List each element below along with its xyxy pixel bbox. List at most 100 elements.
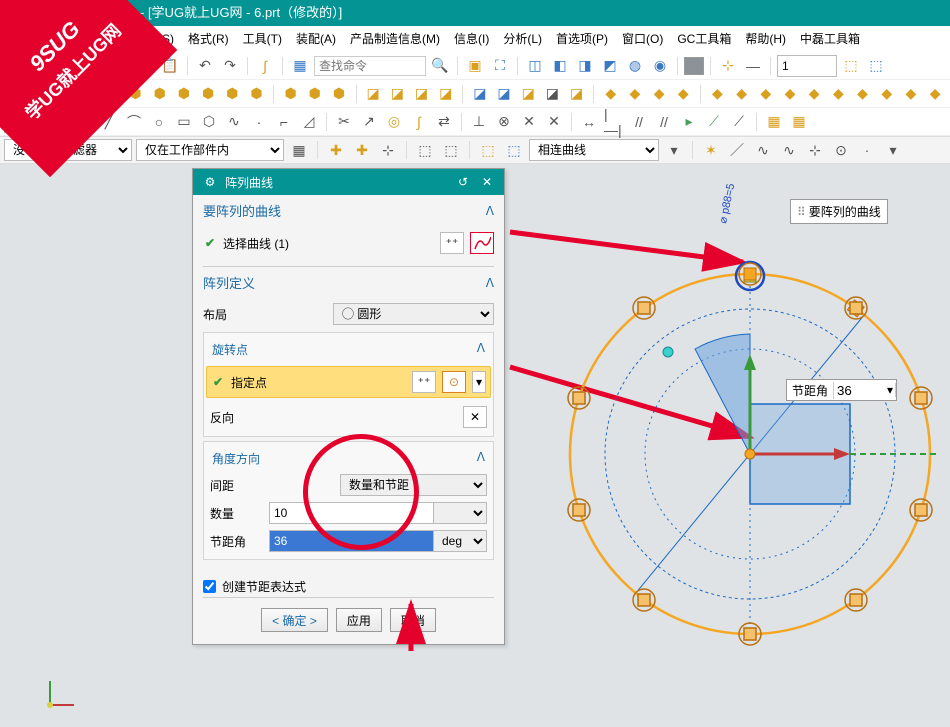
op3-icon[interactable]: ◆ xyxy=(649,83,670,105)
reset-icon[interactable]: ↺ xyxy=(454,175,472,189)
ft9-icon[interactable]: ⬢ xyxy=(198,83,219,105)
fb5-icon[interactable]: ⬚ xyxy=(414,139,436,161)
menu-assembly[interactable]: 装配(A) xyxy=(290,26,342,51)
menu-gctoolbox[interactable]: GC工具箱 xyxy=(671,26,737,51)
snap4-icon[interactable]: ∿ xyxy=(778,139,800,161)
color-swatch[interactable] xyxy=(684,57,704,75)
wcs-icon[interactable]: ⊹ xyxy=(717,55,739,77)
section-curves-header[interactable]: 要阵列的曲线 ᐱ xyxy=(193,195,504,224)
snap3-icon[interactable]: ∿ xyxy=(752,139,774,161)
sk-m2-icon[interactable]: ▦ xyxy=(788,111,810,133)
reverse-direction-icon[interactable]: ✕ xyxy=(463,406,487,428)
sk-dim2-icon[interactable]: |—| xyxy=(603,111,625,133)
sk-pat-icon[interactable]: ∫ xyxy=(408,111,430,133)
op12-icon[interactable]: ◆ xyxy=(876,83,897,105)
ok-button[interactable]: < 确定 > xyxy=(261,608,328,632)
close-icon[interactable]: ✕ xyxy=(478,175,496,189)
point-menu-icon[interactable]: ▾ xyxy=(472,371,486,393)
search-icon[interactable]: 🔍 xyxy=(429,55,451,77)
sf9-icon[interactable]: ◪ xyxy=(566,83,587,105)
scope-filter-dropdown[interactable]: 仅在工作部件内 xyxy=(136,139,284,161)
sf1-icon[interactable]: ◪ xyxy=(363,83,384,105)
sk-proj-icon[interactable]: ⊥ xyxy=(468,111,490,133)
apply-button[interactable]: 应用 xyxy=(336,608,382,632)
op13-icon[interactable]: ◆ xyxy=(900,83,921,105)
sk-int-icon[interactable]: ⊗ xyxy=(493,111,515,133)
cube1-icon[interactable]: ◧ xyxy=(549,55,571,77)
ft14-icon[interactable]: ⬢ xyxy=(328,83,349,105)
count-unit-dropdown[interactable] xyxy=(433,502,487,524)
viewport-pitch-popup[interactable]: 节距角 ▾ xyxy=(786,379,897,401)
menu-format[interactable]: 格式(R) xyxy=(182,26,235,51)
snap2-icon[interactable]: ／ xyxy=(726,139,748,161)
misc2-icon[interactable]: ⬚ xyxy=(865,55,887,77)
op10-icon[interactable]: ◆ xyxy=(828,83,849,105)
sk-rect-icon[interactable]: ▭ xyxy=(173,111,195,133)
create-expression-checkbox[interactable] xyxy=(203,580,216,593)
sk-con3-icon[interactable]: ▸ xyxy=(678,111,700,133)
ft13-icon[interactable]: ⬢ xyxy=(304,83,325,105)
menu-zltoolbox[interactable]: 中磊工具箱 xyxy=(794,26,866,51)
op1-icon[interactable]: ◆ xyxy=(600,83,621,105)
ft7-icon[interactable]: ⬢ xyxy=(149,83,170,105)
line-style-icon[interactable]: — xyxy=(742,55,764,77)
op5-icon[interactable]: ◆ xyxy=(707,83,728,105)
cancel-button[interactable]: 取消 xyxy=(390,608,436,632)
layer-icon[interactable]: ▣ xyxy=(464,55,486,77)
sf3-icon[interactable]: ◪ xyxy=(411,83,432,105)
count-input[interactable] xyxy=(269,502,434,524)
menu-tools[interactable]: 工具(T) xyxy=(237,26,288,51)
op6-icon[interactable]: ◆ xyxy=(731,83,752,105)
angle-dir-header[interactable]: 角度方向 ᐱ xyxy=(210,446,487,471)
menu-preferences[interactable]: 首选项(P) xyxy=(550,26,614,51)
sk-mir-icon[interactable]: ⇄ xyxy=(433,111,455,133)
point-selector-icon[interactable]: ⁺⁺ xyxy=(412,371,436,393)
section-def-header[interactable]: 阵列定义 ᐱ xyxy=(193,267,504,296)
snap8-icon[interactable]: ▾ xyxy=(882,139,904,161)
curve-rule-dropdown[interactable]: 相连曲线 xyxy=(529,139,659,161)
menu-info[interactable]: 信息(I) xyxy=(448,26,495,51)
view-fit-icon[interactable]: ⛶ xyxy=(489,55,511,77)
fb4-icon[interactable]: ⊹ xyxy=(377,139,399,161)
shade2-icon[interactable]: ◉ xyxy=(649,55,671,77)
op4-icon[interactable]: ◆ xyxy=(673,83,694,105)
grid-icon[interactable]: ▦ xyxy=(289,55,311,77)
cube2-icon[interactable]: ◨ xyxy=(574,55,596,77)
snap5-icon[interactable]: ⊹ xyxy=(804,139,826,161)
sk-dim1-icon[interactable]: ↔ xyxy=(578,111,600,133)
sk-poly-icon[interactable]: ⬡ xyxy=(198,111,220,133)
popup-pitch-input[interactable] xyxy=(834,381,882,399)
sf2-icon[interactable]: ◪ xyxy=(387,83,408,105)
sk-trim-icon[interactable]: ✂ xyxy=(333,111,355,133)
shade1-icon[interactable]: ◍ xyxy=(624,55,646,77)
sk-con2-icon[interactable]: // xyxy=(653,111,675,133)
snap7-icon[interactable]: · xyxy=(856,139,878,161)
op9-icon[interactable]: ◆ xyxy=(804,83,825,105)
graphics-viewport[interactable]: ⌀ p88=5.0 xyxy=(520,184,940,684)
sf8-icon[interactable]: ◪ xyxy=(542,83,563,105)
sk-i3-icon[interactable]: ✕ xyxy=(543,111,565,133)
fb8-icon[interactable]: ⬚ xyxy=(503,139,525,161)
specify-point-row[interactable]: ✔ 指定点 ⁺⁺ ⊙ ▾ xyxy=(206,366,491,398)
op8-icon[interactable]: ◆ xyxy=(779,83,800,105)
sk-con1-icon[interactable]: // xyxy=(628,111,650,133)
cube3-icon[interactable]: ◩ xyxy=(599,55,621,77)
sk-off-icon[interactable]: ◎ xyxy=(383,111,405,133)
sk-point-icon[interactable]: · xyxy=(248,111,270,133)
sf7-icon[interactable]: ◪ xyxy=(518,83,539,105)
point-dialog-icon[interactable]: ⊙ xyxy=(442,371,466,393)
sk-i4-icon[interactable]: ⟋ xyxy=(728,111,750,133)
gear-icon[interactable]: ⚙ xyxy=(201,175,219,189)
fb9-icon[interactable]: ▾ xyxy=(663,139,685,161)
undo-icon[interactable]: ↶ xyxy=(194,55,216,77)
sf5-icon[interactable]: ◪ xyxy=(469,83,490,105)
dialog-header[interactable]: ⚙ 阵列曲线 ↺ ✕ xyxy=(193,169,504,195)
sk-m1-icon[interactable]: ▦ xyxy=(763,111,785,133)
redo-icon[interactable]: ↷ xyxy=(219,55,241,77)
menu-window[interactable]: 窗口(O) xyxy=(616,26,669,51)
menu-analysis[interactable]: 分析(L) xyxy=(497,26,548,51)
menu-help[interactable]: 帮助(H) xyxy=(739,26,792,51)
sk-con4-icon[interactable]: ⟋ xyxy=(703,111,725,133)
fb7-icon[interactable]: ⬚ xyxy=(477,139,499,161)
linewidth-input[interactable] xyxy=(777,55,837,77)
